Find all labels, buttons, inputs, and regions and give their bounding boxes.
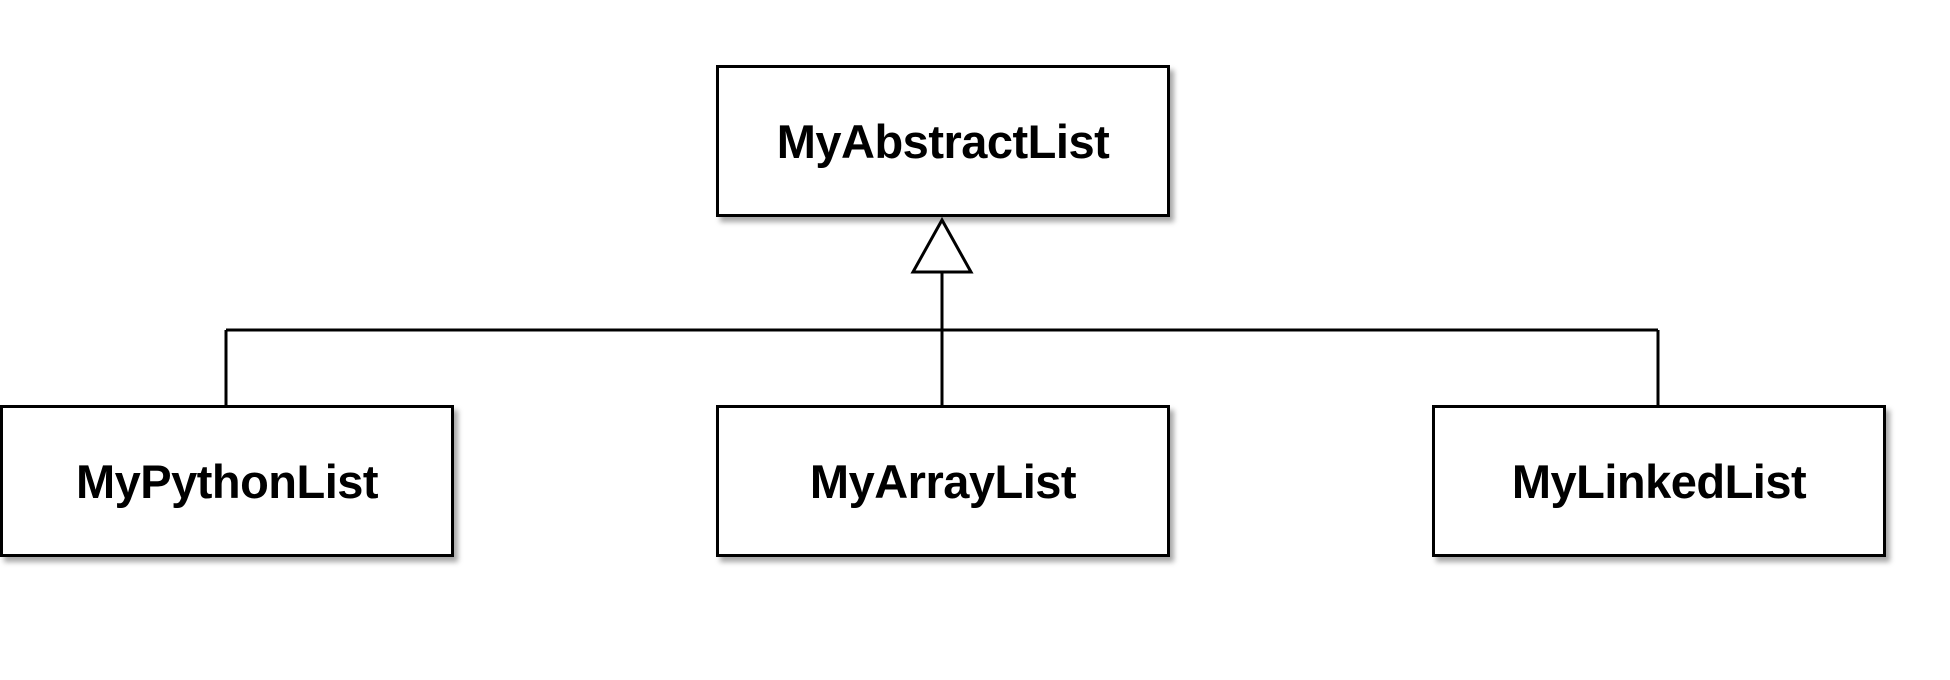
class-box-mylinkedlist[interactable]: MyLinkedList xyxy=(1432,405,1886,557)
class-box-mypythonlist[interactable]: MyPythonList xyxy=(0,405,454,557)
generalization-arrowhead xyxy=(910,216,974,274)
class-diagram: MyAbstractList MyPythonList MyArrayList … xyxy=(0,0,1950,680)
class-box-myarraylist[interactable]: MyArrayList xyxy=(716,405,1170,557)
class-box-myabstractlist[interactable]: MyAbstractList xyxy=(716,65,1170,217)
class-name: MyArrayList xyxy=(809,454,1077,508)
class-name: MyLinkedList xyxy=(1511,454,1807,508)
class-name: MyAbstractList xyxy=(776,114,1110,168)
class-name: MyPythonList xyxy=(75,454,379,508)
